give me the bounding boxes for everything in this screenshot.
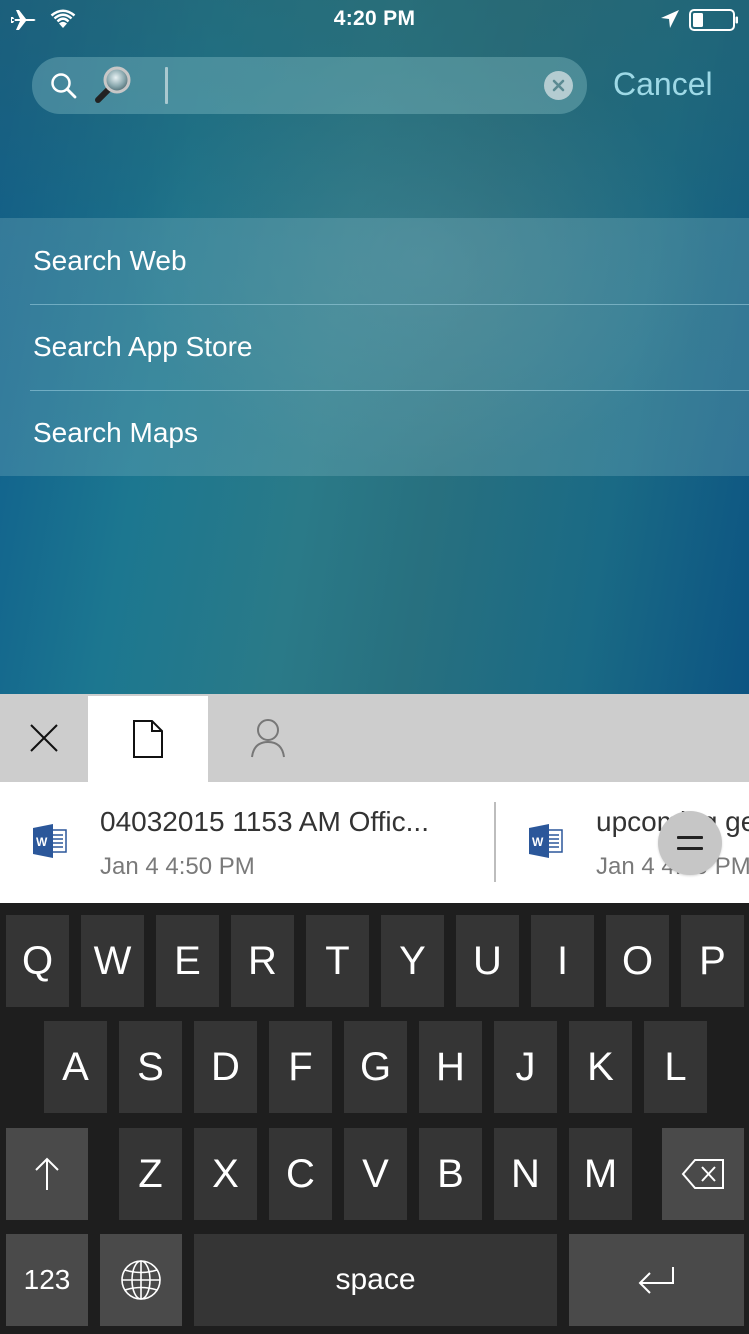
key-e[interactable]: E [156,915,219,1007]
key-h[interactable]: H [419,1021,482,1113]
key-s[interactable]: S [119,1021,182,1113]
key-v[interactable]: V [344,1128,407,1220]
key-r[interactable]: R [231,915,294,1007]
key-o[interactable]: O [606,915,669,1007]
clear-search-button[interactable] [544,71,573,100]
globe-icon [121,1260,161,1300]
backspace-icon [681,1159,724,1189]
key-g[interactable]: G [344,1021,407,1113]
key-i[interactable]: I [531,915,594,1007]
svg-text:W: W [36,835,48,849]
key-a[interactable]: A [44,1021,107,1113]
return-key[interactable] [569,1234,744,1326]
search-field[interactable] [32,57,587,114]
key-p[interactable]: P [681,915,744,1007]
status-time: 4:20 PM [333,7,416,30]
return-icon [638,1267,674,1294]
key-j[interactable]: J [494,1021,557,1113]
tab-documents[interactable] [88,696,208,782]
key-x[interactable]: X [194,1128,257,1220]
key-f[interactable]: F [269,1021,332,1113]
key-d[interactable]: D [194,1021,257,1113]
document-icon [133,720,163,758]
key-m[interactable]: M [569,1128,632,1220]
globe-key[interactable] [100,1234,182,1326]
shift-arrow-icon [35,1157,59,1190]
shift-key[interactable] [6,1128,88,1220]
file-date: Jan 4 4:50 PM [100,853,255,880]
office-keyboard-tabs [0,694,749,782]
search-suggestions: Search Web Search App Store Search Maps [0,218,749,476]
file-card[interactable]: W 04032015 1153 AM Offic... Jan 4 4:50 P… [0,782,494,903]
person-icon [251,719,285,758]
key-l[interactable]: L [644,1021,707,1113]
key-z[interactable]: Z [119,1128,182,1220]
suggestion-search-web[interactable]: Search Web [0,218,749,304]
key-w[interactable]: W [81,915,144,1007]
backspace-key[interactable] [662,1128,744,1220]
status-bar: 4:20 PM [0,0,749,40]
handle-icon [677,836,703,839]
recent-files-strip: W 04032015 1153 AM Offic... Jan 4 4:50 P… [0,782,749,903]
cancel-button[interactable]: Cancel [613,66,713,103]
key-n[interactable]: N [494,1128,557,1220]
clear-icon [552,79,565,92]
key-q[interactable]: Q [6,915,69,1007]
numbers-key[interactable]: 123 [6,1234,88,1326]
word-icon: W [32,824,68,863]
svg-text:W: W [532,835,544,849]
text-cursor [165,67,168,104]
key-k[interactable]: K [569,1021,632,1113]
key-u[interactable]: U [456,915,519,1007]
key-b[interactable]: B [419,1128,482,1220]
search-icon [50,72,78,105]
suggestion-search-app-store[interactable]: Search App Store [0,304,749,390]
file-name: 04032015 1153 AM Offic... [100,806,429,837]
space-key[interactable]: space [194,1234,557,1326]
search-input[interactable] [172,65,552,105]
key-y[interactable]: Y [381,915,444,1007]
close-icon [30,724,58,752]
key-c[interactable]: C [269,1128,332,1220]
battery-icon [689,9,739,36]
key-t[interactable]: T [306,915,369,1007]
keyboard: QWERTYUIOP ASDFGHJKL ZXCVBNM 123 space [0,903,749,1334]
location-arrow-icon [660,9,680,34]
tab-people[interactable] [208,694,328,782]
keyboard-drag-handle[interactable] [658,811,722,875]
suggestion-search-maps[interactable]: Search Maps [0,390,749,476]
magnifying-glass-emoji-icon [92,65,134,110]
tab-close[interactable] [0,694,88,782]
word-icon: W [528,824,564,863]
